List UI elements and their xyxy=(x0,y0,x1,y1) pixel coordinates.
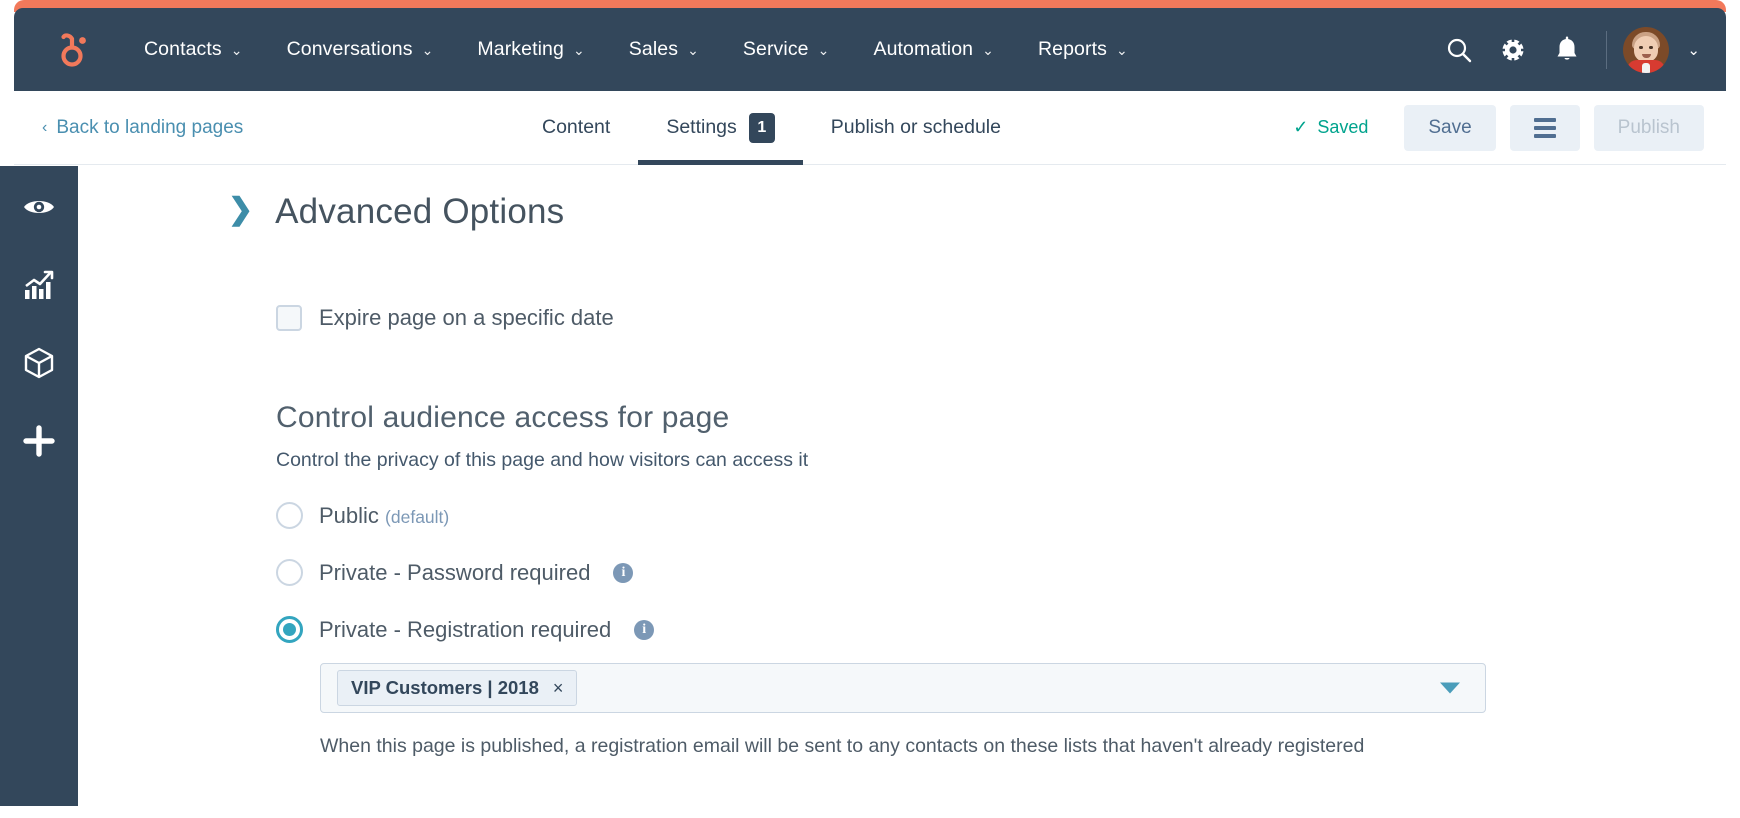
hubspot-sprocket-icon[interactable] xyxy=(48,27,94,73)
sidebar-item-analytics[interactable] xyxy=(11,262,67,312)
nav-item-service[interactable]: Service ⌄ xyxy=(721,28,852,71)
primary-nav-actions: ⌄ xyxy=(1432,23,1700,77)
audience-heading: Control audience access for page xyxy=(276,401,730,434)
settings-gear-icon[interactable] xyxy=(1486,23,1540,77)
tab-publish-or-schedule[interactable]: Publish or schedule xyxy=(803,91,1029,165)
nav-item-label: Contacts xyxy=(144,38,222,60)
advanced-options-header[interactable]: ❯ Advanced Options xyxy=(78,166,1726,232)
chevron-down-icon: ⌄ xyxy=(1115,42,1128,58)
sidebar-item-preview[interactable] xyxy=(11,184,67,234)
radio-private-registration[interactable] xyxy=(276,616,303,643)
back-to-landing-pages-link[interactable]: ‹ Back to landing pages xyxy=(42,117,243,139)
nav-item-sales[interactable]: Sales ⌄ xyxy=(607,28,721,71)
tab-label: Settings xyxy=(666,116,737,138)
nav-item-contacts[interactable]: Contacts ⌄ xyxy=(122,28,265,71)
tab-badge-count: 1 xyxy=(748,112,775,143)
expire-page-row[interactable]: Expire page on a specific date xyxy=(276,305,1726,331)
nav-item-automation[interactable]: Automation ⌄ xyxy=(851,28,1016,71)
settings-body: Expire page on a specific date Control a… xyxy=(78,305,1726,758)
toolbar-actions: ✓ Saved Save Publish xyxy=(1293,104,1704,151)
chevron-down-icon: ⌄ xyxy=(982,42,994,58)
analytics-chart-icon xyxy=(22,268,56,307)
plus-add-icon xyxy=(22,424,56,463)
avatar[interactable] xyxy=(1623,26,1670,73)
registration-helper-text: When this page is published, a registrat… xyxy=(320,735,1365,757)
expire-page-checkbox[interactable] xyxy=(276,305,302,331)
tag-label: VIP Customers | 2018 xyxy=(351,677,539,698)
radio-private-registration-label: Private - Registration required xyxy=(319,616,612,642)
hamburger-menu-icon xyxy=(1533,117,1556,138)
selected-list-tag: VIP Customers | 2018 × xyxy=(337,670,578,706)
chevron-down-icon[interactable]: ⌄ xyxy=(1687,41,1700,59)
default-suffix: (default) xyxy=(385,506,450,527)
chevron-down-icon: ⌄ xyxy=(572,42,585,58)
nav-item-label: Automation xyxy=(873,38,974,60)
tab-label: Content xyxy=(542,116,611,138)
save-button[interactable]: Save xyxy=(1404,104,1496,151)
tab-label: Publish or schedule xyxy=(830,116,1001,138)
window-bottom-edge xyxy=(0,806,1740,818)
module-box-icon xyxy=(22,346,56,385)
primary-navigation-bar: Contacts ⌄ Conversations ⌄ Marketing ⌄ S… xyxy=(14,8,1726,91)
more-actions-button[interactable] xyxy=(1509,104,1580,151)
remove-tag-icon[interactable]: × xyxy=(553,678,564,699)
sidebar-item-modules[interactable] xyxy=(11,340,67,390)
radio-option-private-password[interactable]: Private - Password required i xyxy=(276,559,1726,586)
radio-public-label: Public (default) xyxy=(319,502,450,528)
back-link-label: Back to landing pages xyxy=(56,116,244,138)
radio-public[interactable] xyxy=(276,502,303,529)
chevron-down-icon: ⌄ xyxy=(230,42,243,58)
radio-private-password[interactable] xyxy=(276,559,303,586)
chevron-down-icon: ⌄ xyxy=(687,42,699,58)
nav-divider xyxy=(1606,30,1608,69)
nav-item-reports[interactable]: Reports ⌄ xyxy=(1016,28,1150,71)
nav-item-label: Conversations xyxy=(286,38,413,60)
info-icon[interactable]: i xyxy=(613,562,634,583)
tab-settings[interactable]: Settings 1 xyxy=(638,91,804,165)
app-window: Contacts ⌄ Conversations ⌄ Marketing ⌄ S… xyxy=(0,0,1740,818)
eye-preview-icon xyxy=(22,190,56,229)
tab-content[interactable]: Content xyxy=(514,91,638,165)
sidebar-item-add[interactable] xyxy=(11,418,67,468)
chevron-down-icon[interactable] xyxy=(1440,682,1460,694)
audience-description: Control the privacy of this page and how… xyxy=(276,449,809,471)
editor-tabs: Content Settings 1 Publish or schedule xyxy=(514,91,1029,165)
publish-button[interactable]: Publish xyxy=(1593,104,1704,151)
info-icon[interactable]: i xyxy=(634,619,655,640)
editor-sidebar-rail xyxy=(0,166,78,806)
saved-label: Saved xyxy=(1317,117,1369,137)
nav-item-label: Sales xyxy=(628,38,679,60)
radio-option-private-registration[interactable]: Private - Registration required i xyxy=(276,616,1726,643)
editor-toolbar: ‹ Back to landing pages Content Settings… xyxy=(14,91,1726,165)
radio-private-password-label: Private - Password required xyxy=(319,559,591,585)
radio-option-public[interactable]: Public (default) xyxy=(276,502,1726,529)
primary-nav-items: Contacts ⌄ Conversations ⌄ Marketing ⌄ S… xyxy=(122,28,1150,71)
chevron-left-icon: ‹ xyxy=(42,118,48,136)
nav-item-label: Marketing xyxy=(477,38,564,60)
page-title: Advanced Options xyxy=(275,192,565,231)
notifications-bell-icon[interactable] xyxy=(1540,23,1594,77)
contact-lists-select[interactable]: VIP Customers | 2018 × xyxy=(320,663,1486,713)
chevron-down-icon: ⌄ xyxy=(817,42,830,58)
settings-panel: ❯ Advanced Options Expire page on a spec… xyxy=(78,166,1726,806)
expire-page-label: Expire page on a specific date xyxy=(319,305,614,330)
chevron-down-icon: ⌄ xyxy=(421,42,434,58)
nav-item-label: Service xyxy=(742,38,809,60)
nav-item-label: Reports xyxy=(1037,38,1107,60)
nav-item-marketing[interactable]: Marketing ⌄ xyxy=(455,28,606,71)
chevron-down-icon[interactable]: ❯ xyxy=(228,195,253,225)
status-badge-saved: ✓ Saved xyxy=(1293,117,1368,138)
scroll-fade xyxy=(156,770,1712,794)
search-icon[interactable] xyxy=(1432,23,1486,77)
check-icon: ✓ xyxy=(1293,117,1309,137)
nav-item-conversations[interactable]: Conversations ⌄ xyxy=(265,28,456,71)
